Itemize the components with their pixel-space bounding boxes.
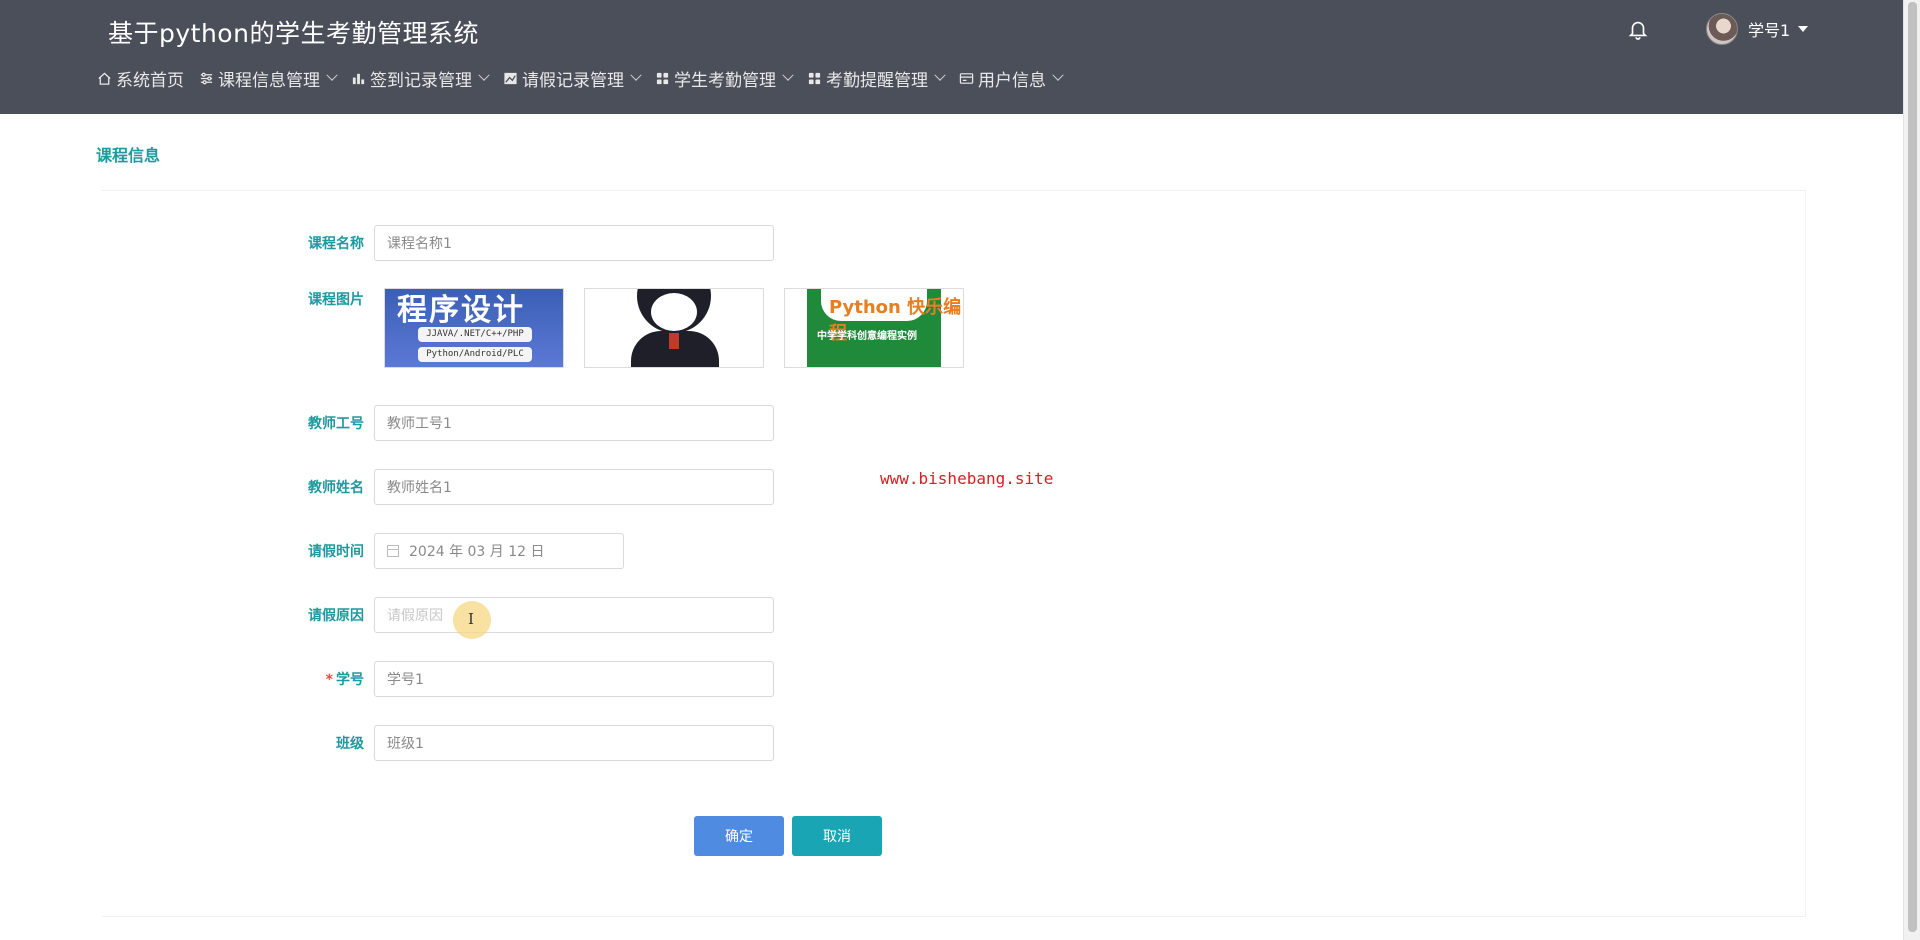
top-header: 基于python的学生考勤管理系统 学号1 系统首页 课程信息管理 签到记录管理… (0, 0, 1903, 114)
nav-item-reminder[interactable]: 考勤提醒管理 (806, 66, 946, 91)
nav-item-leave[interactable]: 请假记录管理 (502, 66, 642, 91)
app-title: 基于python的学生考勤管理系统 (108, 19, 479, 48)
nav-item-user-info[interactable]: 用户信息 (958, 66, 1064, 91)
form-row-teacher-id: 教师工号 教师工号1 (270, 405, 774, 441)
nav-label: 用户信息 (978, 70, 1046, 91)
caret-down-icon (1798, 26, 1809, 32)
nav-item-attendance[interactable]: 学生考勤管理 (654, 66, 794, 91)
grid-icon (806, 70, 822, 86)
nav-label: 课程信息管理 (218, 70, 320, 91)
course-image-thumbnail[interactable]: Python 快乐编程 中学学科创意编程实例 (784, 288, 964, 368)
chevron-down-icon (326, 69, 338, 81)
chart-image-icon (502, 70, 518, 86)
form-row-student-id: * 学号 学号1 (270, 661, 774, 697)
thumbnail-text: Python/Android/PLC (418, 347, 532, 362)
field-label: * 学号 (270, 669, 374, 689)
class-input[interactable]: 班级1 (374, 725, 774, 761)
nav-item-checkin[interactable]: 签到记录管理 (350, 66, 490, 91)
teacher-name-input[interactable]: 教师姓名1 (374, 469, 774, 505)
nav-label: 请假记录管理 (522, 70, 624, 91)
nav-item-course-info[interactable]: 课程信息管理 (198, 66, 338, 91)
course-name-input[interactable]: 课程名称1 (374, 225, 774, 261)
chevron-down-icon (478, 69, 490, 81)
calendar-icon (387, 545, 399, 557)
text-cursor-icon (453, 601, 491, 639)
chevron-down-icon (1052, 69, 1064, 81)
form-row-class: 班级 班级1 (270, 725, 774, 761)
main-nav: 系统首页 课程信息管理 签到记录管理 请假记录管理 学生考勤管理 考勤提醒管理 … (96, 64, 1076, 92)
thumbnail-text: 中学学科创意编程实例 (817, 331, 917, 342)
watermark-text: www.bishebang.site (880, 469, 1054, 488)
field-label: 课程名称 (308, 236, 364, 252)
form-row-leave-time: 请假时间 2024 年 03 月 12 日 (270, 533, 624, 569)
bar-chart-icon (350, 70, 366, 86)
avatar (1706, 13, 1738, 45)
cartoon-tie (669, 333, 679, 349)
nav-label: 考勤提醒管理 (826, 70, 928, 91)
thumbnail-text: JJAVA/.NET/C++/PHP (418, 327, 532, 342)
user-name: 学号1 (1748, 21, 1791, 40)
student-id-input[interactable]: 学号1 (374, 661, 774, 697)
section-title: 课程信息 (96, 146, 161, 165)
bell-icon[interactable] (1627, 18, 1649, 40)
field-label: 教师姓名 (308, 480, 364, 496)
cartoon-face (651, 293, 697, 331)
home-icon (96, 70, 112, 86)
course-image-list: 程序设计 JJAVA/.NET/C++/PHP Python/Android/P… (384, 288, 984, 368)
date-value: 2024 年 03 月 12 日 (409, 544, 545, 560)
field-label: 课程图片 (308, 292, 364, 308)
course-image-thumbnail[interactable] (584, 288, 764, 368)
nav-item-home[interactable]: 系统首页 (96, 66, 184, 91)
chevron-down-icon (630, 69, 642, 81)
cancel-button[interactable]: 取消 (792, 816, 882, 856)
required-mark: * (325, 672, 333, 688)
form-row-course-image: 课程图片 (270, 289, 374, 309)
grid-icon (654, 70, 670, 86)
field-label: 请假原因 (308, 608, 364, 624)
form-row-teacher-name: 教师姓名 教师姓名1 (270, 469, 774, 505)
course-image-thumbnail[interactable]: 程序设计 JJAVA/.NET/C++/PHP Python/Android/P… (384, 288, 564, 368)
teacher-id-input[interactable]: 教师工号1 (374, 405, 774, 441)
vertical-scrollbar[interactable] (1903, 0, 1920, 940)
nav-label: 学生考勤管理 (674, 70, 776, 91)
form-row-course-name: 课程名称 课程名称1 (270, 225, 774, 261)
chevron-down-icon (782, 69, 794, 81)
sliders-icon (198, 70, 214, 86)
nav-label: 签到记录管理 (370, 70, 472, 91)
field-label-text: 学号 (336, 672, 364, 688)
chevron-down-icon (934, 69, 946, 81)
card-icon (958, 70, 974, 86)
field-label: 班级 (336, 736, 364, 752)
form-row-leave-reason: 请假原因 请假原因 (270, 597, 774, 633)
thumbnail-text: 程序设计 (397, 293, 525, 328)
confirm-button[interactable]: 确定 (694, 816, 784, 856)
nav-label: 系统首页 (116, 70, 184, 91)
leave-reason-input[interactable]: 请假原因 (374, 597, 774, 633)
field-label: 请假时间 (308, 544, 364, 560)
user-menu[interactable]: 学号1 (1706, 13, 1809, 45)
field-label: 教师工号 (308, 416, 364, 432)
form-actions: 确定 取消 (694, 816, 890, 856)
scrollbar-thumb[interactable] (1908, 2, 1917, 932)
leave-date-picker[interactable]: 2024 年 03 月 12 日 (374, 533, 624, 569)
